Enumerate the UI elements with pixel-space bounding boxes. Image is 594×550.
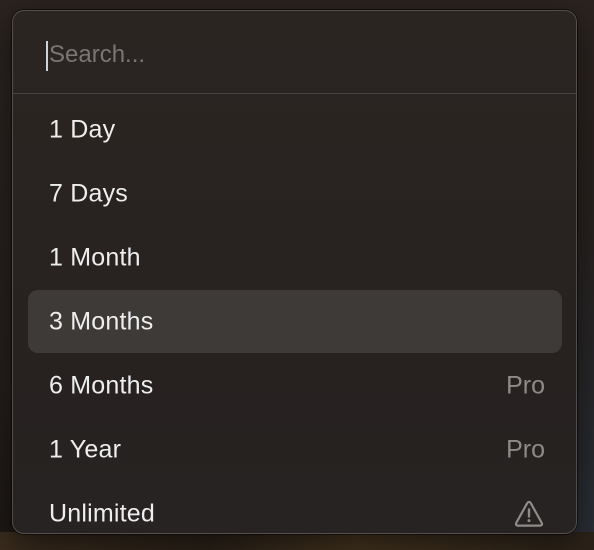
option-label: 6 Months — [49, 371, 154, 399]
search-row — [13, 11, 576, 94]
pro-badge: Pro — [506, 371, 545, 399]
option-1-month[interactable]: 1 Month — [28, 226, 562, 289]
option-label: 1 Month — [49, 243, 141, 271]
option-1-day[interactable]: 1 Day — [28, 98, 562, 161]
window-backdrop — [0, 532, 594, 550]
warning-icon — [514, 500, 544, 527]
pro-badge: Pro — [506, 435, 545, 463]
option-label: 3 Months — [49, 307, 154, 335]
option-label: 1 Year — [49, 435, 122, 463]
option-3-months[interactable]: 3 Months — [28, 290, 562, 353]
option-unlimited[interactable]: Unlimited — [28, 482, 562, 533]
option-1-year[interactable]: 1 Year Pro — [28, 418, 562, 481]
timeframe-dropdown-menu: 1 Day 7 Days 1 Month 3 Months 6 Months P… — [12, 10, 577, 534]
search-input[interactable] — [47, 37, 531, 73]
option-label: Unlimited — [49, 499, 155, 527]
option-label: 7 Days — [49, 179, 129, 207]
option-7-days[interactable]: 7 Days — [28, 162, 562, 225]
option-label: 1 Day — [49, 115, 116, 143]
option-6-months[interactable]: 6 Months Pro — [28, 354, 562, 417]
